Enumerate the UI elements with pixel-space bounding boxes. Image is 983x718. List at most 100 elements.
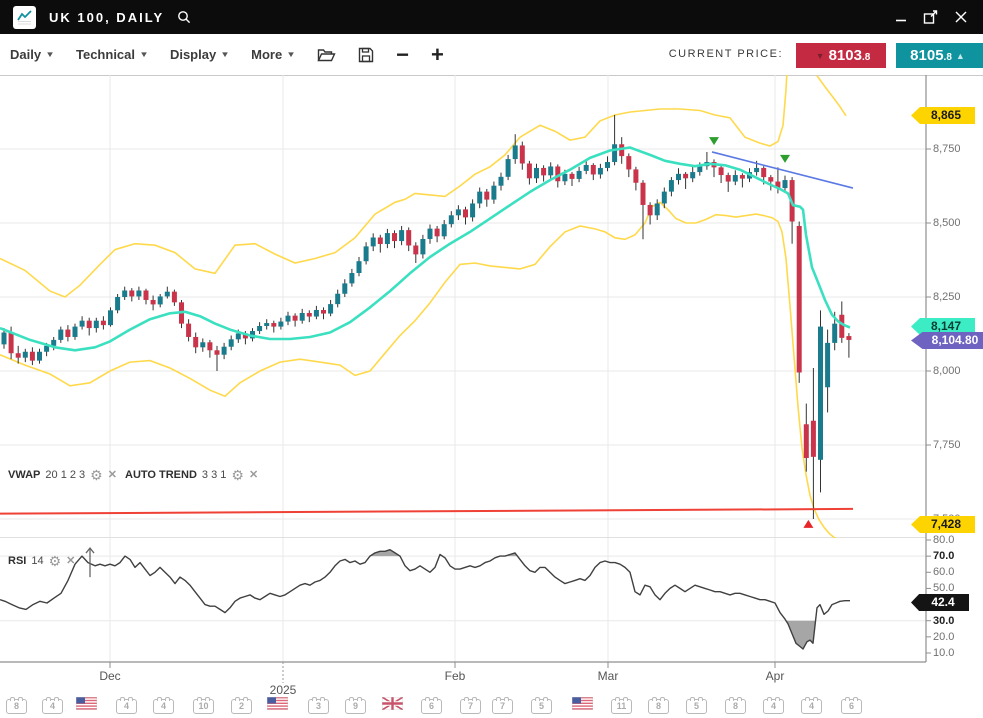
sell-signal-marker[interactable] [709,137,719,145]
candle-body[interactable] [158,296,163,304]
candle-body[interactable] [754,168,759,172]
candle-body[interactable] [591,165,596,174]
candle-body[interactable] [94,321,99,328]
candle-body[interactable] [626,156,631,169]
autotrend-remove-icon[interactable]: ✕ [249,468,258,481]
rsi-settings-icon[interactable]: ⚙ [49,555,62,567]
candle-body[interactable] [690,172,695,178]
sell-signal-marker[interactable] [780,155,790,163]
candle-body[interactable] [598,168,603,175]
candle-body[interactable] [683,174,688,178]
candle-body[interactable] [207,342,212,350]
candle-body[interactable] [236,333,241,339]
vwap-remove-icon[interactable]: ✕ [108,468,117,481]
candle-body[interactable] [129,290,134,296]
candle-body[interactable] [697,166,702,172]
candle-body[interactable] [584,165,589,171]
buy-signal-marker[interactable] [803,520,813,528]
candle-body[interactable] [733,175,738,182]
candle-body[interactable] [406,230,411,245]
candle-body[interactable] [108,310,113,325]
candle-body[interactable] [491,186,496,200]
candle-body[interactable] [215,350,220,354]
candle-body[interactable] [740,175,745,179]
candle-body[interactable] [832,324,837,343]
candle-body[interactable] [44,346,49,352]
candle-body[interactable] [371,238,376,247]
candle-body[interactable] [278,322,283,327]
candle-body[interactable] [37,352,42,361]
candle-body[interactable] [65,330,70,337]
candle-body[interactable] [811,421,816,457]
candle-body[interactable] [506,159,511,177]
candle-body[interactable] [477,192,482,204]
candle-body[interactable] [144,290,149,299]
candle-body[interactable] [349,273,354,283]
candle-body[interactable] [577,171,582,179]
candle-body[interactable] [641,183,646,205]
candle-body[interactable] [229,339,234,346]
candle-body[interactable] [761,168,766,177]
candle-body[interactable] [470,203,475,217]
candle-body[interactable] [726,175,731,182]
candle-body[interactable] [456,209,461,215]
candle-body[interactable] [136,290,141,296]
candle-body[interactable] [87,321,92,328]
candle-body[interactable] [115,297,120,310]
candle-body[interactable] [719,167,724,175]
candle-body[interactable] [80,321,85,327]
candle-body[interactable] [570,174,575,179]
candle-body[interactable] [193,337,198,347]
candle-body[interactable] [633,169,638,182]
candle-body[interactable] [378,238,383,245]
candle-body[interactable] [222,347,227,355]
candle-body[interactable] [9,333,14,354]
candle-body[interactable] [165,292,170,297]
candle-body[interactable] [534,168,539,178]
candle-body[interactable] [286,316,291,322]
candle-body[interactable] [122,290,127,297]
candle-body[interactable] [797,226,802,373]
candle-body[interactable] [73,327,78,337]
candle-body[interactable] [51,340,56,346]
candle-body[interactable] [825,343,830,387]
candle-body[interactable] [499,177,504,186]
candle-body[interactable] [548,166,553,175]
candle-body[interactable] [513,145,518,159]
candle-body[interactable] [264,323,269,326]
candle-body[interactable] [200,342,205,347]
candle-body[interactable] [364,246,369,261]
candle-body[interactable] [449,215,454,224]
candle-body[interactable] [783,180,788,188]
candle-body[interactable] [768,177,773,181]
candle-body[interactable] [151,300,156,304]
candle-body[interactable] [101,321,106,325]
candle-body[interactable] [16,353,21,357]
candle-body[interactable] [321,310,326,314]
candle-body[interactable] [655,203,660,215]
candle-body[interactable] [307,313,312,317]
candle-body[interactable] [314,310,319,317]
candle-body[interactable] [58,330,63,340]
candle-body[interactable] [676,174,681,180]
candle-body[interactable] [520,145,525,163]
rsi-remove-icon[interactable]: ✕ [66,554,75,567]
candle-body[interactable] [541,168,546,175]
candle-body[interactable] [385,233,390,244]
candle-body[interactable] [399,230,404,241]
candle-body[interactable] [30,352,35,361]
candle-body[interactable] [442,224,447,236]
candle-body[interactable] [293,316,298,321]
candle-body[interactable] [435,229,440,237]
candle-body[interactable] [342,283,347,293]
autotrend-settings-icon[interactable]: ⚙ [231,469,244,481]
candle-body[interactable] [420,239,425,254]
candle-body[interactable] [186,324,191,337]
candle-body[interactable] [300,313,305,321]
candle-body[interactable] [357,261,362,273]
candle-body[interactable] [527,164,532,179]
candle-body[interactable] [818,327,823,460]
candle-body[interactable] [648,205,653,215]
candle-body[interactable] [804,424,809,458]
candle-body[interactable] [23,352,28,358]
